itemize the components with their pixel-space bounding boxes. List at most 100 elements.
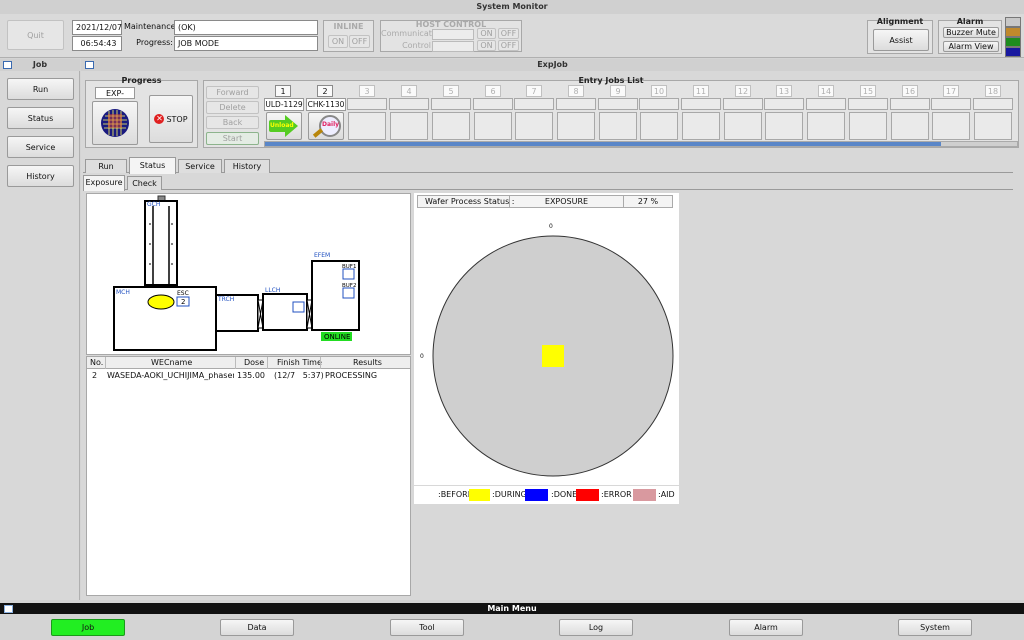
empty-slot-name <box>931 98 971 110</box>
llch-label: LLCH <box>265 287 280 294</box>
slot-number: 3 <box>359 85 375 97</box>
empty-slot-button[interactable] <box>390 112 428 140</box>
window-icon <box>4 605 13 613</box>
job-run-button[interactable]: Run <box>7 78 74 100</box>
empty-slot-button[interactable] <box>849 112 887 140</box>
unload-job-button[interactable]: Unload <box>266 112 302 140</box>
empty-slot-button[interactable] <box>724 112 762 140</box>
slot-number: 10 <box>651 85 667 97</box>
entry-job-slot[interactable]: 10 <box>639 85 679 141</box>
slot-number: 15 <box>860 85 876 97</box>
control-off-button[interactable]: OFF <box>498 40 519 51</box>
slot-number: 13 <box>776 85 792 97</box>
entry-job-slot[interactable]: 7 <box>514 85 554 141</box>
menu-log-button[interactable]: Log <box>559 619 633 636</box>
row-dose: 135.00 <box>237 371 265 380</box>
start-button[interactable]: Start <box>206 132 259 145</box>
entry-job-slot[interactable]: 15 <box>848 85 888 141</box>
entry-job-slot[interactable]: 8 <box>556 85 596 141</box>
job-history-button[interactable]: History <box>7 165 74 187</box>
scrollbar-thumb[interactable] <box>265 142 941 146</box>
quit-button[interactable]: Quit <box>7 20 64 50</box>
menu-data-button[interactable]: Data <box>220 619 294 636</box>
progress-title: Progress <box>121 76 162 85</box>
tab-service[interactable]: Service <box>178 159 222 173</box>
signal-light-orange <box>1005 27 1021 37</box>
empty-slot-button[interactable] <box>432 112 470 140</box>
control-on-button[interactable]: ON <box>477 40 496 51</box>
empty-slot-button[interactable] <box>474 112 512 140</box>
chamber-diagram-panel: GCH MCH ESC 2 TRCH LLCH EFEM BUF1 BUF2 O… <box>86 193 411 355</box>
legend-during-label: :DURING <box>492 490 527 499</box>
alarm-view-button[interactable]: Alarm View <box>943 41 999 52</box>
entry-job-slot[interactable]: 17 <box>931 85 971 141</box>
entry-job-slot[interactable]: 2 CHK-1130 Daily <box>306 85 346 141</box>
entry-job-slot[interactable]: 11 <box>681 85 721 141</box>
expjob-title-bar: ExpJob <box>81 59 1024 71</box>
communicate-on-button[interactable]: ON <box>477 28 496 39</box>
table-row[interactable]: 2 WASEDA-AOKI_UCHIJIMA_phasemasi 135.00 … <box>87 370 410 382</box>
tab-status[interactable]: Status <box>129 157 176 174</box>
empty-slot-name <box>639 98 679 110</box>
entry-job-slot[interactable]: 4 <box>389 85 429 141</box>
empty-slot-button[interactable] <box>640 112 678 140</box>
entry-jobs-title: Entry Jobs List <box>578 76 644 85</box>
subtab-check[interactable]: Check <box>127 176 162 190</box>
menu-job-button[interactable]: Job <box>51 619 125 636</box>
menu-alarm-button[interactable]: Alarm <box>729 619 803 636</box>
empty-slot-button[interactable] <box>682 112 720 140</box>
empty-slot-button[interactable] <box>599 112 637 140</box>
empty-slot-button[interactable] <box>807 112 845 140</box>
empty-slot-button[interactable] <box>932 112 970 140</box>
subtab-exposure[interactable]: Exposure <box>83 175 125 191</box>
main-tabs: Run Status Service History <box>83 157 1013 174</box>
job-status-button[interactable]: Status <box>7 107 74 129</box>
entry-job-slot[interactable]: 18 <box>973 85 1013 141</box>
wafer-map <box>432 235 674 477</box>
menu-tool-button[interactable]: Tool <box>390 619 464 636</box>
entry-job-slot[interactable]: 12 <box>723 85 763 141</box>
assist-button[interactable]: Assist <box>873 29 929 51</box>
entry-job-slot[interactable]: 16 <box>890 85 930 141</box>
entry-job-slot[interactable]: 13 <box>764 85 804 141</box>
delete-button[interactable]: Delete <box>206 101 259 114</box>
daily-check-job-button[interactable]: Daily <box>308 112 344 140</box>
stop-label: STOP <box>166 114 188 124</box>
tab-history[interactable]: History <box>224 159 270 173</box>
empty-slot-button[interactable] <box>348 112 386 140</box>
wafer-status-panel: Wafer Process Status : EXPOSURE 27 % 0 0 <box>414 193 679 485</box>
row-no: 2 <box>92 371 98 380</box>
row-wecname: WASEDA-AOKI_UCHIJIMA_phasemasi <box>107 371 234 380</box>
current-job-button[interactable] <box>92 101 138 145</box>
communicate-off-button[interactable]: OFF <box>498 28 519 39</box>
buzzer-mute-button[interactable]: Buzzer Mute <box>943 27 999 38</box>
alarm-group: Alarm Buzzer Mute Alarm View <box>938 17 1002 54</box>
empty-slot-name <box>806 98 846 110</box>
empty-slot-button[interactable] <box>891 112 929 140</box>
stop-button[interactable]: ✕ STOP <box>149 95 193 143</box>
empty-slot-button[interactable] <box>557 112 595 140</box>
entry-job-slot[interactable]: 5 <box>431 85 471 141</box>
entry-job-slot[interactable]: 14 <box>806 85 846 141</box>
entry-job-slot[interactable]: 3 <box>347 85 387 141</box>
col-results: Results <box>353 358 382 367</box>
empty-slot-button[interactable] <box>765 112 803 140</box>
main-menu: Main Menu Job Data Tool Log Alarm System <box>0 603 1024 640</box>
forward-button[interactable]: Forward <box>206 86 259 99</box>
empty-slot-button[interactable] <box>515 112 553 140</box>
menu-system-button[interactable]: System <box>898 619 972 636</box>
wafer-axis-top-label: 0 <box>549 223 553 230</box>
entry-job-slot[interactable]: 1 ULD-1129 Unload <box>264 85 304 141</box>
entry-job-slot[interactable]: 6 <box>473 85 513 141</box>
entry-job-slot[interactable]: 9 <box>598 85 638 141</box>
tab-run[interactable]: Run <box>85 159 127 173</box>
empty-slot-name <box>598 98 638 110</box>
entry-jobs-scrollbar[interactable] <box>264 141 1018 147</box>
inline-off-button[interactable]: OFF <box>349 35 370 48</box>
signal-tower <box>1005 17 1021 57</box>
slot-number: 8 <box>568 85 584 97</box>
empty-slot-button[interactable] <box>974 112 1012 140</box>
job-service-button[interactable]: Service <box>7 136 74 158</box>
inline-on-button[interactable]: ON <box>328 35 348 48</box>
back-button[interactable]: Back <box>206 116 259 129</box>
